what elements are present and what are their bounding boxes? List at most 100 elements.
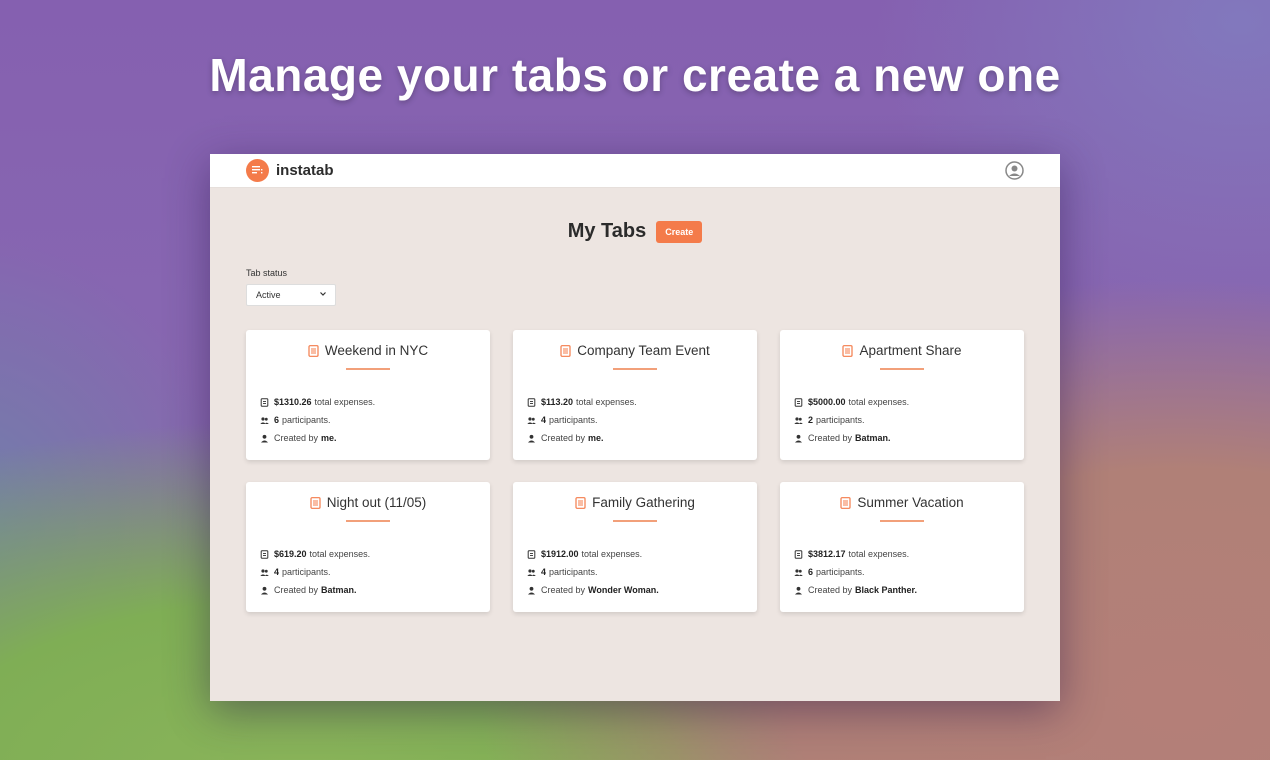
created-by-prefix: Created by <box>541 585 586 595</box>
tab-card-expenses: $5000.00 total expenses. <box>794 397 909 407</box>
app-name: instatab <box>276 162 334 179</box>
tab-card-creator-name: Black Panther. <box>855 585 918 595</box>
wallet-icon <box>527 397 536 407</box>
tab-card-header: Weekend in NYC <box>246 343 490 358</box>
tab-card-participant-count: 2 <box>808 415 814 425</box>
tab-card-header: Family Gathering <box>513 495 757 510</box>
tab-card[interactable]: Weekend in NYC $1310.26 total expenses. … <box>246 330 490 460</box>
users-icon <box>794 568 803 576</box>
tab-card-participants: 4 participants. <box>527 415 598 425</box>
user-icon <box>795 586 802 594</box>
wallet-icon <box>260 397 269 407</box>
tab-card-divider <box>880 520 924 522</box>
created-by-prefix: Created by <box>541 433 586 443</box>
created-by-prefix: Created by <box>808 585 853 595</box>
chevron-down-icon <box>320 292 326 296</box>
tab-card[interactable]: Apartment Share $5000.00 total expenses.… <box>780 330 1024 460</box>
wallet-icon <box>794 549 803 559</box>
tab-card-title: Company Team Event <box>577 343 710 358</box>
participants-suffix: participants. <box>282 415 331 425</box>
user-icon <box>528 434 535 442</box>
tab-card-title: Family Gathering <box>592 495 695 510</box>
tab-card-total: $113.20 <box>541 397 574 407</box>
tab-card-divider <box>346 368 390 370</box>
expenses-suffix: total expenses. <box>309 549 371 559</box>
tab-card-participant-count: 6 <box>808 567 814 577</box>
tab-card[interactable]: Night out (11/05) $619.20 total expenses… <box>246 482 490 612</box>
tab-card-creator-name: me. <box>321 433 337 443</box>
participants-suffix: participants. <box>282 567 331 577</box>
receipt-icon <box>575 496 586 509</box>
users-icon <box>260 416 269 424</box>
tab-card-participants: 6 participants. <box>260 415 331 425</box>
user-icon <box>261 586 268 594</box>
users-icon <box>260 568 269 576</box>
tab-status-select[interactable]: Active <box>246 284 336 306</box>
tab-card-participants: 2 participants. <box>794 415 865 425</box>
tab-card-divider <box>880 368 924 370</box>
users-icon <box>527 568 536 576</box>
title-row: My Tabs Create <box>210 220 1060 243</box>
tab-card-expenses: $1912.00 total expenses. <box>527 549 642 559</box>
tab-card-title: Weekend in NYC <box>324 343 429 358</box>
tab-status-value: Active <box>256 290 281 300</box>
user-icon <box>528 586 535 594</box>
receipt-icon <box>840 496 851 509</box>
wallet-icon <box>260 549 269 559</box>
wallet-icon <box>794 397 803 407</box>
tab-card-total: $5000.00 <box>808 397 846 407</box>
tab-card-creator: Created by Batman. <box>794 433 894 443</box>
expenses-suffix: total expenses. <box>848 549 910 559</box>
created-by-prefix: Created by <box>274 433 319 443</box>
participants-suffix: participants. <box>816 415 865 425</box>
tab-card-creator-name: Batman. <box>321 585 357 595</box>
receipt-icon <box>842 344 854 357</box>
receipt-icon <box>308 344 319 357</box>
tab-card-header: Night out (11/05) <box>246 495 490 510</box>
tab-card-total: $1310.26 <box>274 397 312 407</box>
user-icon <box>261 434 268 442</box>
tab-card-title: Apartment Share <box>859 343 962 358</box>
tab-card-expenses: $3812.17 total expenses. <box>794 549 909 559</box>
app-window: instatab My Tabs Create Tab status Activ… <box>210 154 1060 701</box>
expenses-suffix: total expenses. <box>314 397 376 407</box>
created-by-prefix: Created by <box>808 433 853 443</box>
tab-card-participant-count: 6 <box>274 415 280 425</box>
tab-card-participants: 6 participants. <box>794 567 865 577</box>
logo[interactable]: instatab <box>246 159 334 182</box>
tab-card-divider <box>613 520 657 522</box>
tab-card-header: Apartment Share <box>780 343 1024 358</box>
tab-card-creator: Created by me. <box>527 433 607 443</box>
create-button[interactable]: Create <box>656 220 703 243</box>
tab-card-creator: Created by me. <box>260 433 340 443</box>
top-bar: instatab <box>210 154 1060 188</box>
tab-card-participant-count: 4 <box>541 567 547 577</box>
tab-card-creator-name: Wonder Woman. <box>588 585 659 595</box>
page-title: My Tabs <box>567 220 647 242</box>
user-icon <box>795 434 802 442</box>
tab-card-creator: Created by Wonder Woman. <box>527 585 662 595</box>
logo-icon <box>246 159 269 182</box>
tab-card-expenses: $113.20 total expenses. <box>527 397 637 407</box>
participants-suffix: participants. <box>549 415 598 425</box>
tab-card-total: $619.20 <box>274 549 307 559</box>
tab-card-creator: Created by Black Panther. <box>794 585 920 595</box>
tab-card-participants: 4 participants. <box>527 567 598 577</box>
tab-card-creator: Created by Batman. <box>260 585 360 595</box>
tab-card-creator-name: Batman. <box>855 433 891 443</box>
tab-card[interactable]: Family Gathering $1912.00 total expenses… <box>513 482 757 612</box>
tab-card-title: Night out (11/05) <box>326 495 427 510</box>
tab-card-participants: 4 participants. <box>260 567 331 577</box>
tab-card[interactable]: Summer Vacation $3812.17 total expenses.… <box>780 482 1024 612</box>
user-avatar-icon[interactable] <box>1005 161 1024 180</box>
tab-card-expenses: $619.20 total expenses. <box>260 549 370 559</box>
created-by-prefix: Created by <box>274 585 319 595</box>
tab-card-total: $1912.00 <box>541 549 579 559</box>
receipt-icon <box>310 496 321 509</box>
tab-card-total: $3812.17 <box>808 549 846 559</box>
expenses-suffix: total expenses. <box>848 397 910 407</box>
tab-card-expenses: $1310.26 total expenses. <box>260 397 375 407</box>
tab-card[interactable]: Company Team Event $113.20 total expense… <box>513 330 757 460</box>
tab-card-divider <box>346 520 390 522</box>
tab-card-title: Summer Vacation <box>857 495 964 510</box>
